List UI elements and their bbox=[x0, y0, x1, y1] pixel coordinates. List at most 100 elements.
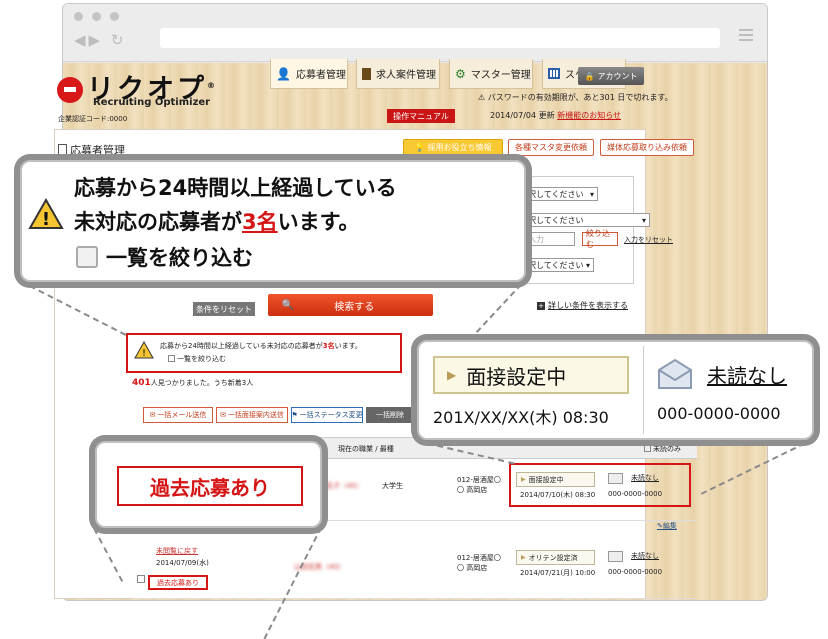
status-badge[interactable]: オリテン設定済 bbox=[516, 550, 595, 565]
mail-icon: ✉ bbox=[149, 411, 156, 419]
row-checkbox[interactable] bbox=[137, 575, 145, 583]
detail-label: 詳しい条件を表示する bbox=[548, 301, 628, 310]
chevron-down-icon: ▾ bbox=[585, 260, 590, 270]
callout-interview-datetime: 201X/XX/XX(木) 08:30 bbox=[433, 408, 609, 427]
past-callout: 過去応募あり bbox=[95, 441, 322, 528]
callout-alert-count: 3名 bbox=[242, 210, 278, 234]
edit-label: 編集 bbox=[662, 522, 677, 530]
unread-only-label: 未読のみ bbox=[653, 445, 681, 453]
password-notice-text: パスワードの有効期限が、あと301 日で切れます。 bbox=[487, 93, 673, 102]
bulk-status-label: 一括ステータス変更 bbox=[299, 411, 363, 419]
alert-callout: ! 応募から24時間以上経過している 未対応の応募者が3名います。 一覧を絞り込… bbox=[20, 160, 526, 282]
filter-select[interactable]: 択してください ▾ bbox=[524, 213, 650, 227]
search-icon: 🔍 bbox=[281, 299, 295, 311]
triangle-icon: ▶ bbox=[447, 368, 457, 382]
envelope-icon bbox=[658, 358, 692, 389]
tips-button[interactable]: 💡 採用お役立ち情報 bbox=[403, 139, 503, 156]
alert-text: 応募から24時間以上経過している未対応の応募者が3名います。 bbox=[160, 341, 362, 351]
bulk-mail-button[interactable]: ✉ 一括メール送信 bbox=[143, 407, 213, 423]
tab-applicants[interactable]: 👤 応募者管理 bbox=[270, 59, 348, 89]
mail-icon: ✉ bbox=[220, 411, 226, 419]
calendar-icon bbox=[548, 68, 560, 79]
person-icon: 👤 bbox=[276, 66, 291, 81]
callout-checkbox-label: 一覧を絞り込む bbox=[106, 246, 253, 270]
column-header: 現在の職業 / 最種 bbox=[338, 445, 394, 453]
select-value: 択してください bbox=[528, 215, 584, 225]
warning-icon: ⚠ bbox=[478, 93, 486, 102]
checkbox[interactable] bbox=[76, 246, 98, 268]
manual-button[interactable]: 操作マニュアル bbox=[387, 109, 455, 123]
page-title: 応募者管理 bbox=[70, 144, 125, 157]
filter-select[interactable]: 択してください ▾ bbox=[524, 187, 598, 201]
filter-checkbox-label: 一覧を絞り込む bbox=[177, 355, 226, 363]
nav-arrows-icon[interactable]: ◀▶ ↻ bbox=[74, 31, 126, 49]
phone-number: 000-0000-0000 bbox=[608, 568, 663, 576]
warning-icon: ! bbox=[28, 198, 64, 230]
update-date: 2014/07/04 更新 bbox=[490, 111, 555, 120]
bulb-icon: 💡 bbox=[414, 143, 425, 152]
plus-icon: + bbox=[537, 302, 545, 310]
narrow-button[interactable]: 絞り込む bbox=[582, 229, 618, 249]
svg-text:!: ! bbox=[42, 209, 50, 230]
callout-status-badge[interactable]: ▶ 面接設定中 bbox=[433, 356, 629, 394]
tab-label: マスター管理 bbox=[470, 70, 531, 81]
checkbox[interactable] bbox=[644, 445, 651, 452]
store-name: 012-居酒屋〇 〇 高岡店 bbox=[457, 476, 501, 494]
window-dot[interactable] bbox=[74, 12, 83, 21]
column-header[interactable]: 未読のみ bbox=[644, 444, 681, 454]
menu-icon[interactable] bbox=[739, 29, 753, 41]
filter-select[interactable]: 択してください ▾ bbox=[524, 258, 594, 272]
mark-unread-link[interactable]: 未閲覧に戻す bbox=[156, 546, 198, 556]
unread-link[interactable]: 未読なし bbox=[631, 551, 659, 561]
tab-jobs[interactable]: 求人案件管理 bbox=[356, 59, 440, 89]
address-bar[interactable] bbox=[160, 28, 720, 48]
status-highlight bbox=[509, 463, 691, 507]
company-code: 企業認証コード:0000 bbox=[58, 115, 128, 123]
checkbox[interactable] bbox=[168, 355, 175, 362]
edit-link[interactable]: ✎編集 bbox=[657, 521, 677, 531]
interview-date: 2014/07/21(月) 10:00 bbox=[520, 569, 596, 577]
callout-filter-checkbox[interactable]: 一覧を絞り込む bbox=[76, 242, 253, 272]
callout-past-badge[interactable]: 過去応募あり bbox=[117, 466, 303, 506]
window-dot[interactable] bbox=[92, 12, 101, 21]
bulk-delete-button[interactable]: 一括削除 bbox=[366, 407, 414, 423]
account-button[interactable]: 🔒 アカウント bbox=[578, 67, 644, 85]
alert-count: 3名 bbox=[322, 342, 335, 350]
tab-label: 求人案件管理 bbox=[376, 70, 436, 81]
window-dot[interactable] bbox=[110, 12, 119, 21]
reset-conditions-button[interactable]: 条件をリセット bbox=[193, 302, 255, 316]
book-icon bbox=[362, 67, 371, 80]
detail-conditions-link[interactable]: + 詳しい条件を表示する bbox=[537, 300, 628, 311]
filter-input[interactable]: 入力 bbox=[524, 232, 575, 246]
bulk-interview-button[interactable]: ✉ 一括面接案内送信 bbox=[216, 407, 288, 423]
logo-mark-icon bbox=[57, 77, 83, 103]
password-notice: ⚠ パスワードの有効期限が、あと301 日で切れます。 bbox=[478, 92, 673, 103]
chevron-down-icon: ▾ bbox=[589, 189, 594, 199]
input-reset-link[interactable]: 入力をリセット bbox=[624, 235, 673, 245]
filter-checkbox[interactable]: 一覧を絞り込む bbox=[168, 354, 226, 364]
search-button[interactable]: 🔍 検索する bbox=[268, 294, 433, 316]
callout-alert-text: います。 bbox=[277, 210, 360, 234]
tips-label: 採用お役立ち情報 bbox=[427, 143, 492, 152]
applied-date: 2014/07/09(水) bbox=[156, 559, 209, 567]
select-value: 択してください bbox=[528, 189, 584, 199]
bulk-status-button[interactable]: ⚑ 一括ステータス変更 bbox=[291, 407, 363, 423]
update-info: 2014/07/04 更新 新機能のお知らせ bbox=[490, 110, 621, 121]
master-change-button[interactable]: 各種マスタ変更依頼 bbox=[508, 139, 594, 156]
account-label: アカウント bbox=[597, 71, 638, 81]
lock-icon: 🔒 bbox=[584, 71, 595, 81]
alert-text-after: います。 bbox=[334, 342, 362, 350]
news-link[interactable]: 新機能のお知らせ bbox=[557, 111, 621, 120]
envelope-icon bbox=[608, 551, 623, 562]
past-application-badge[interactable]: 過去応募あり bbox=[148, 575, 208, 590]
callout-unread-link[interactable]: 未読なし bbox=[707, 360, 787, 389]
media-import-button[interactable]: 媒体応募取り込み依頼 bbox=[600, 139, 694, 156]
warning-icon: ! bbox=[134, 341, 154, 359]
callout-status-label: 面接設定中 bbox=[466, 364, 567, 389]
bulk-interview-label: 一括面接案内送信 bbox=[227, 411, 284, 419]
divider bbox=[643, 346, 644, 434]
tab-master[interactable]: ⚙ マスター管理 bbox=[449, 59, 533, 89]
status-callout: ▶ 面接設定中 201X/XX/XX(木) 08:30 未読なし 000-0000… bbox=[417, 340, 814, 440]
chevron-down-icon: ▾ bbox=[641, 215, 646, 225]
alert-text-before: 応募から24時間以上経過している未対応の応募者が bbox=[160, 342, 323, 350]
